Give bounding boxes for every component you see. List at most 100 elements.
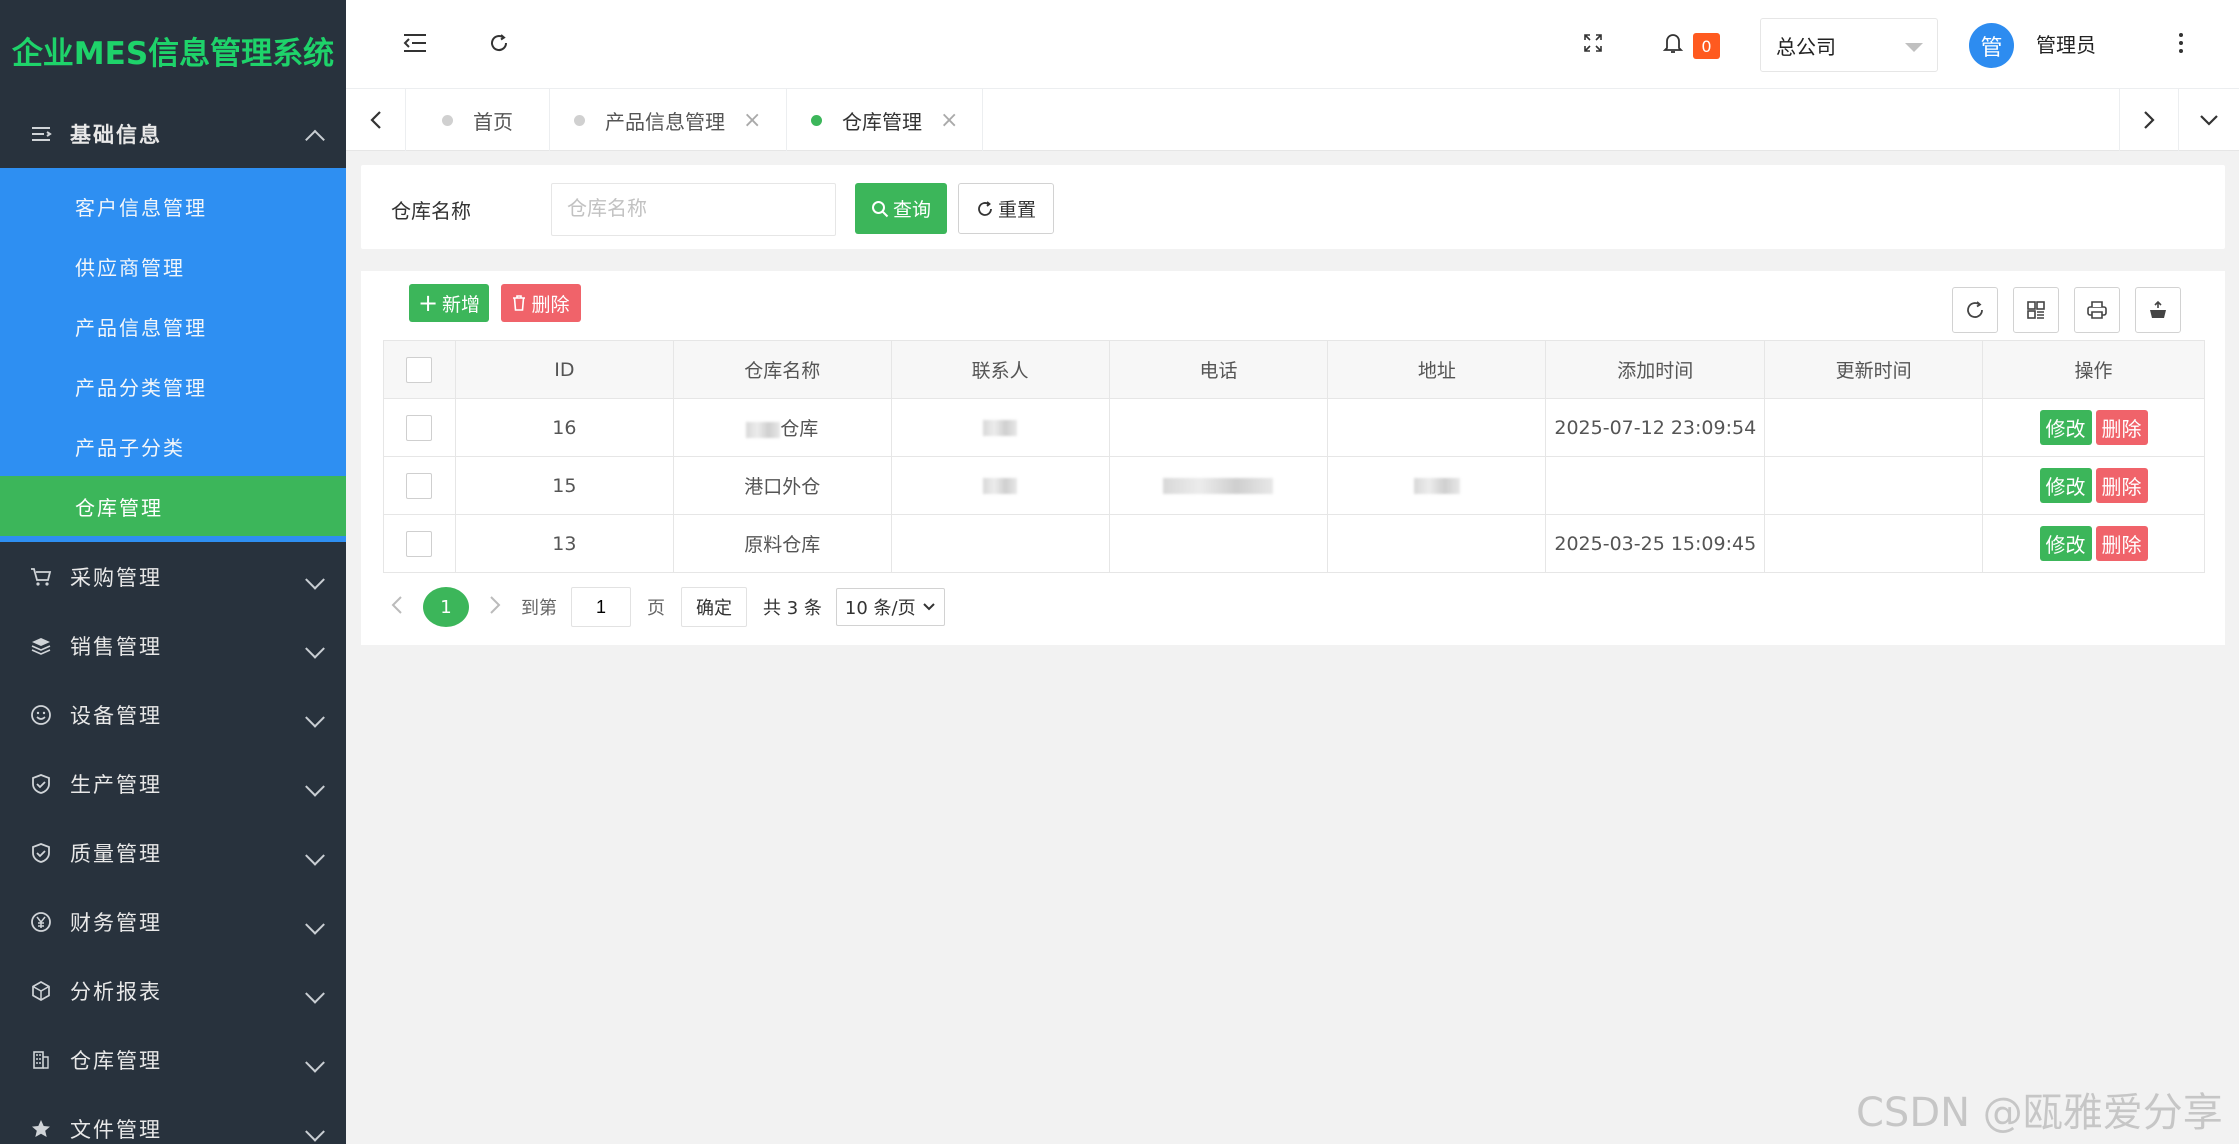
sidebar-group-label: 采购管理 bbox=[70, 565, 162, 590]
table-refresh-icon[interactable] bbox=[1952, 287, 1998, 333]
select-all-checkbox[interactable] bbox=[406, 356, 433, 383]
tab-product-info[interactable]: 产品信息管理 × bbox=[550, 89, 787, 151]
refresh-icon[interactable] bbox=[484, 28, 514, 58]
tabs-prev-button[interactable] bbox=[346, 89, 406, 151]
sidebar-group-files[interactable]: 文件管理 bbox=[0, 1094, 346, 1144]
sidebar-group-reports[interactable]: 分析报表 bbox=[0, 956, 346, 1025]
table-row: 15 港口外仓 修改 删除 bbox=[383, 456, 2205, 515]
search-panel: 仓库名称 查询 重置 bbox=[361, 165, 2225, 249]
cell-contact bbox=[890, 456, 1110, 515]
row-select-cell bbox=[383, 456, 456, 515]
app-logo-title: 企业MES信息管理系统 bbox=[11, 35, 335, 72]
delete-button[interactable]: 删除 bbox=[2095, 468, 2148, 503]
shield-icon bbox=[28, 840, 54, 866]
building-icon bbox=[28, 1047, 54, 1073]
cell-address bbox=[1327, 514, 1547, 573]
total-count: 共 3 条 bbox=[763, 598, 822, 619]
edit-button[interactable]: 修改 bbox=[2039, 526, 2092, 561]
prev-page-icon[interactable] bbox=[391, 595, 403, 620]
sidebar-group-basic-info[interactable]: 基础信息 bbox=[0, 100, 346, 168]
cell-name: 港口外仓 bbox=[672, 456, 892, 515]
column-header: 操作 bbox=[1982, 340, 2205, 399]
more-vertical-icon[interactable] bbox=[2166, 28, 2196, 58]
search-icon bbox=[871, 200, 889, 217]
tabs-dropdown-button[interactable] bbox=[2179, 89, 2239, 151]
page-number-current[interactable]: 1 bbox=[423, 587, 469, 627]
delete-button[interactable]: 删除 bbox=[2095, 526, 2148, 561]
redacted-text bbox=[983, 478, 1018, 494]
sidebar-item-warehouse[interactable]: 仓库管理 bbox=[0, 476, 346, 536]
yen-icon bbox=[28, 909, 54, 935]
sidebar-group-sales[interactable]: 销售管理 bbox=[0, 611, 346, 680]
sidebar-group-equipment[interactable]: 设备管理 bbox=[0, 680, 346, 749]
print-icon[interactable] bbox=[2074, 287, 2120, 333]
fullscreen-icon[interactable] bbox=[1578, 28, 1608, 58]
goto-label: 到第 bbox=[521, 598, 557, 619]
cell-name-text: 仓库 bbox=[780, 418, 819, 440]
reset-button[interactable]: 重置 bbox=[958, 183, 1054, 234]
plus-icon: + bbox=[417, 289, 439, 317]
row-checkbox[interactable] bbox=[406, 414, 433, 441]
sidebar-item-product-category[interactable]: 产品分类管理 bbox=[0, 356, 346, 416]
query-button[interactable]: 查询 bbox=[855, 183, 947, 234]
tab-dot bbox=[574, 114, 585, 126]
query-button-label: 查询 bbox=[892, 199, 931, 221]
column-header: 添加时间 bbox=[1545, 340, 1766, 399]
sidebar-group-purchase[interactable]: 采购管理 bbox=[0, 542, 346, 611]
chevron-down-icon bbox=[305, 914, 325, 935]
cell-phone bbox=[1108, 456, 1329, 515]
menu-collapse-icon[interactable] bbox=[400, 28, 430, 58]
company-select-value: 总公司 bbox=[1776, 34, 1836, 59]
sidebar-group-warehouse[interactable]: 仓库管理 bbox=[0, 1025, 346, 1094]
delete-button[interactable]: 删除 bbox=[2095, 410, 2148, 445]
warehouse-name-input[interactable] bbox=[551, 183, 836, 236]
close-icon[interactable]: × bbox=[743, 108, 761, 133]
sidebar-item-product-info[interactable]: 产品信息管理 bbox=[0, 296, 346, 356]
username[interactable]: 管理员 bbox=[2036, 29, 2096, 58]
redacted-text bbox=[1163, 478, 1274, 494]
tab-dot bbox=[442, 114, 453, 126]
goto-page-input[interactable] bbox=[571, 587, 631, 627]
cell-update-time bbox=[1764, 456, 1984, 515]
close-icon[interactable]: × bbox=[940, 108, 958, 133]
add-button[interactable]: + 新增 bbox=[409, 284, 489, 322]
cell-contact bbox=[890, 514, 1110, 573]
tabs-next-button[interactable] bbox=[2119, 89, 2179, 151]
search-label: 仓库名称 bbox=[391, 199, 471, 223]
export-icon[interactable] bbox=[2135, 287, 2181, 333]
sidebar-group-quality[interactable]: 质量管理 bbox=[0, 818, 346, 887]
sidebar-item-product-subcategory[interactable]: 产品子分类 bbox=[0, 416, 346, 476]
bell-icon[interactable] bbox=[1658, 28, 1688, 58]
avatar[interactable]: 管 bbox=[1969, 23, 2014, 68]
add-button-label: 新增 bbox=[442, 293, 481, 316]
edit-button[interactable]: 修改 bbox=[2039, 410, 2092, 445]
batch-delete-button[interactable]: 删除 bbox=[501, 284, 581, 322]
cell-actions: 修改 删除 bbox=[1982, 514, 2205, 573]
reset-button-label: 重置 bbox=[997, 199, 1036, 221]
cell-actions: 修改 删除 bbox=[1982, 398, 2205, 457]
row-select-cell bbox=[383, 398, 456, 457]
tab-warehouse[interactable]: 仓库管理 × bbox=[787, 89, 983, 151]
page-size-select[interactable]: 10 条/页 bbox=[835, 588, 945, 626]
row-checkbox[interactable] bbox=[406, 472, 433, 499]
columns-icon[interactable] bbox=[2013, 287, 2059, 333]
goto-confirm-button[interactable]: 确定 bbox=[681, 587, 747, 627]
sidebar-group-production[interactable]: 生产管理 bbox=[0, 749, 346, 818]
trash-icon bbox=[513, 295, 526, 311]
sidebar-group-label: 分析报表 bbox=[70, 979, 162, 1004]
redacted-text bbox=[1413, 478, 1460, 494]
next-page-icon[interactable] bbox=[489, 595, 501, 620]
sidebar-item-supplier[interactable]: 供应商管理 bbox=[0, 236, 346, 296]
sidebar-group-finance[interactable]: 财务管理 bbox=[0, 887, 346, 956]
company-select[interactable]: 总公司 bbox=[1760, 18, 1938, 72]
select-all-cell bbox=[383, 340, 456, 399]
cell-add-time bbox=[1545, 456, 1766, 515]
batch-delete-label: 删除 bbox=[531, 293, 570, 316]
column-header: 仓库名称 bbox=[672, 340, 892, 399]
tab-home[interactable]: 首页 bbox=[406, 89, 550, 151]
tab-dot bbox=[811, 114, 822, 126]
sidebar-item-customer[interactable]: 客户信息管理 bbox=[0, 176, 346, 236]
sidebar: 企业MES信息管理系统 基础信息 客户信息管理 供应商管理 产品信息管理 产品分… bbox=[0, 0, 346, 1144]
row-checkbox[interactable] bbox=[406, 530, 433, 557]
edit-button[interactable]: 修改 bbox=[2039, 468, 2092, 503]
